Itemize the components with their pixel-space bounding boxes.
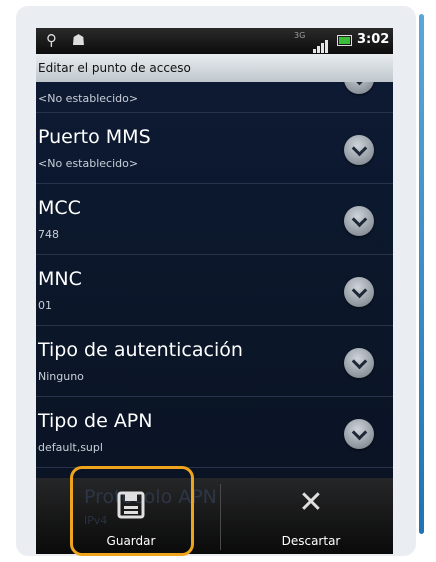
signal-strength-icon [313,34,329,53]
list-item-tipo-autenticacion[interactable]: Tipo de autenticación Ninguno [36,326,393,397]
chevron-down-icon[interactable] [344,82,374,94]
list-item-tipo-apn[interactable]: Tipo de APN default,supl [36,397,393,468]
list-item-label: Puerto MMS [38,126,151,148]
close-x-icon: ✕ [298,485,324,520]
list-item-puerto-mms[interactable]: Puerto MMS <No establecido> [36,113,393,184]
status-time: 3:02 [357,32,390,47]
android-icon: ☗ [71,31,86,49]
list-item-mcc[interactable]: MCC 748 [36,184,393,255]
discard-button[interactable]: ✕ Descartar [256,478,366,554]
list-item-label: MCC [38,197,81,219]
list-item-value: 01 [38,299,52,312]
action-divider [220,484,221,550]
list-item-label: Tipo de autenticación [38,339,243,361]
chevron-down-icon[interactable] [344,135,374,165]
page-title: Editar el punto de acceso [36,54,393,82]
list-item-label: Tipo de APN [38,410,153,432]
list-item-value: Ninguno [38,370,84,383]
save-button-highlight [70,466,194,556]
list-item-label: MNC [38,268,82,290]
frame-accent-bar [419,14,424,534]
status-bar: ⚲ ☗ 3G 3:02 [36,28,393,54]
list-item-value: default,supl [38,441,103,454]
chevron-down-icon[interactable] [344,419,374,449]
chevron-down-icon[interactable] [344,348,374,378]
chevron-down-icon[interactable] [344,277,374,307]
list-item-value: <No establecido> [38,157,139,170]
usb-icon: ⚲ [46,31,57,49]
battery-icon [337,35,352,46]
apn-settings-list[interactable]: <No establecido> Puerto MMS <No establec… [36,82,393,502]
network-type-indicator: 3G [294,31,306,40]
list-item-value: 748 [38,228,59,241]
chevron-down-icon[interactable] [344,206,374,236]
list-item-mnc[interactable]: MNC 01 [36,255,393,326]
list-item-value: <No establecido> [38,92,139,105]
list-item[interactable]: <No establecido> [36,82,393,113]
discard-button-label: Descartar [281,534,341,548]
